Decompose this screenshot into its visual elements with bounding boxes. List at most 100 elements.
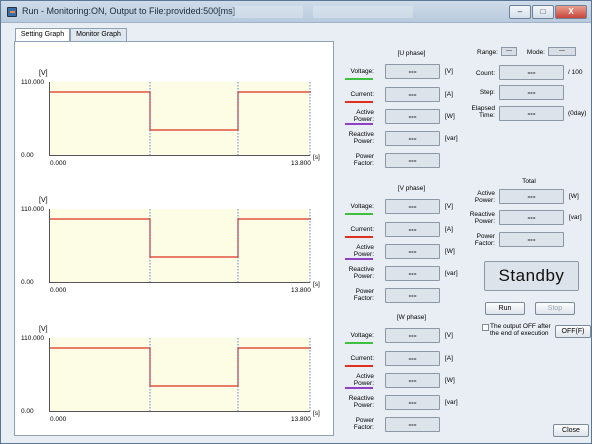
- measure-label: Reactive Power:: [348, 395, 374, 409]
- label-underline: [345, 213, 373, 215]
- measure-value: ---: [385, 87, 440, 102]
- maximize-button[interactable]: □: [532, 5, 554, 19]
- measure-label: Active Power:: [353, 373, 374, 387]
- measure-label: Reactive Power:: [348, 131, 374, 145]
- minimize-button[interactable]: –: [509, 5, 531, 19]
- measure-unit: [A]: [445, 355, 453, 362]
- phase-title: [U phase]: [397, 50, 426, 57]
- tab-monitor-graph[interactable]: Monitor Graph: [70, 28, 127, 41]
- measure-label: Power Factor:: [353, 153, 374, 167]
- step-label: Step:: [479, 89, 495, 96]
- output-off-label: The output OFF after the end of executio…: [490, 323, 551, 337]
- graph-x-start: 0.000: [50, 160, 67, 167]
- run-button[interactable]: Run: [485, 302, 525, 315]
- mode-label: Mode:: [526, 49, 545, 56]
- measure-unit: [var]: [445, 399, 458, 406]
- voltage-graph: [V] 110.000 0.00 0.000 13.800 [s]: [17, 304, 333, 432]
- measure-value: ---: [385, 417, 440, 432]
- graph-y-zero: 0.00: [21, 279, 34, 286]
- title-bar-decoration: [313, 6, 413, 18]
- measure-unit: [W]: [445, 113, 455, 120]
- graph-y-max: 110.000: [21, 79, 45, 86]
- graph-panel: [V] 110.000 0.00 0.000 13.800 [s] [V] 110…: [14, 41, 334, 436]
- measure-label: Current:: [350, 91, 374, 98]
- count-total: / 100: [568, 69, 583, 76]
- graph-plot-area: [49, 82, 311, 156]
- measure-value: ---: [385, 328, 440, 343]
- app-icon: [7, 7, 17, 17]
- graph-x-unit: [s]: [313, 281, 320, 288]
- label-underline: [345, 365, 373, 367]
- graph-x-end: 13.800: [291, 416, 311, 423]
- measure-unit: [W]: [445, 377, 455, 384]
- graph-x-unit: [s]: [313, 154, 320, 161]
- graph-plot-area: [49, 338, 311, 412]
- phase-title: [V phase]: [397, 185, 426, 192]
- step-value: ---: [499, 85, 564, 100]
- measure-value: ---: [385, 244, 440, 259]
- close-window-button[interactable]: X: [555, 5, 587, 19]
- mode-value: ---: [548, 47, 576, 56]
- output-off-checkbox[interactable]: [482, 324, 489, 331]
- graph-x-start: 0.000: [50, 416, 67, 423]
- measure-label: Current:: [350, 355, 374, 362]
- measure-unit: [V]: [445, 332, 453, 339]
- measure-value: ---: [385, 373, 440, 388]
- range-label: Range:: [477, 49, 498, 56]
- measure-label: Power Factor:: [353, 417, 374, 431]
- voltage-setting-line: [50, 347, 311, 387]
- measure-value: ---: [385, 131, 440, 146]
- measure-value: ---: [385, 109, 440, 124]
- total-value: ---: [499, 232, 564, 247]
- total-label: Active Power:: [474, 190, 495, 204]
- title-bar[interactable]: Run - Monitoring:ON, Output to File:prov…: [1, 1, 591, 23]
- stop-button[interactable]: Stop: [535, 302, 575, 315]
- measure-unit: [var]: [445, 135, 458, 142]
- measure-value: ---: [385, 266, 440, 281]
- count-label: Count:: [475, 70, 495, 77]
- tab-setting-graph[interactable]: Setting Graph: [15, 28, 70, 42]
- label-underline: [345, 78, 373, 80]
- title-bar-decoration: [233, 6, 303, 18]
- total-label: Power Factor:: [474, 233, 495, 247]
- measure-unit: [V]: [445, 68, 453, 75]
- label-underline: [345, 342, 373, 344]
- phase-title: [W phase]: [396, 314, 427, 321]
- total-title: Total: [522, 178, 536, 185]
- elapsed-label: Elapsed Time:: [471, 105, 496, 119]
- measure-label: Power Factor:: [353, 288, 374, 302]
- graph-plot-area: [49, 209, 311, 283]
- voltage-setting-line: [50, 218, 311, 258]
- measure-label: Active Power:: [353, 109, 374, 123]
- measurement-panel: [U phase] Voltage: --- [V] Current: --- [A] Act…: [339, 41, 591, 441]
- elapsed-unit: (0day): [568, 110, 587, 117]
- graph-svg: [50, 209, 311, 283]
- measure-unit: [W]: [445, 248, 455, 255]
- measure-value: ---: [385, 222, 440, 237]
- count-value: ---: [499, 65, 564, 80]
- measure-label: Reactive Power:: [348, 266, 374, 280]
- run-window: Run - Monitoring:ON, Output to File:prov…: [0, 0, 592, 444]
- off-button[interactable]: OFF(F): [555, 325, 591, 338]
- total-unit: [W]: [569, 193, 579, 200]
- graph-y-max: 110.000: [21, 335, 45, 342]
- graph-x-end: 13.800: [291, 287, 311, 294]
- label-underline: [345, 258, 373, 260]
- status-display: Standby: [484, 261, 579, 291]
- total-value: ---: [499, 210, 564, 225]
- measure-unit: [A]: [445, 91, 453, 98]
- measure-value: ---: [385, 288, 440, 303]
- graph-y-max: 110.000: [21, 206, 45, 213]
- voltage-graph: [V] 110.000 0.00 0.000 13.800 [s]: [17, 48, 333, 176]
- measure-value: ---: [385, 64, 440, 79]
- close-button[interactable]: Close: [553, 424, 589, 437]
- measure-unit: [var]: [445, 270, 458, 277]
- total-label: Reactive Power:: [469, 211, 495, 225]
- graph-svg: [50, 338, 311, 412]
- label-underline: [345, 387, 373, 389]
- graph-y-zero: 0.00: [21, 408, 34, 415]
- voltage-graph: [V] 110.000 0.00 0.000 13.800 [s]: [17, 175, 333, 303]
- graph-y-zero: 0.00: [21, 152, 34, 159]
- graph-y-unit: [V]: [39, 197, 48, 204]
- measure-value: ---: [385, 199, 440, 214]
